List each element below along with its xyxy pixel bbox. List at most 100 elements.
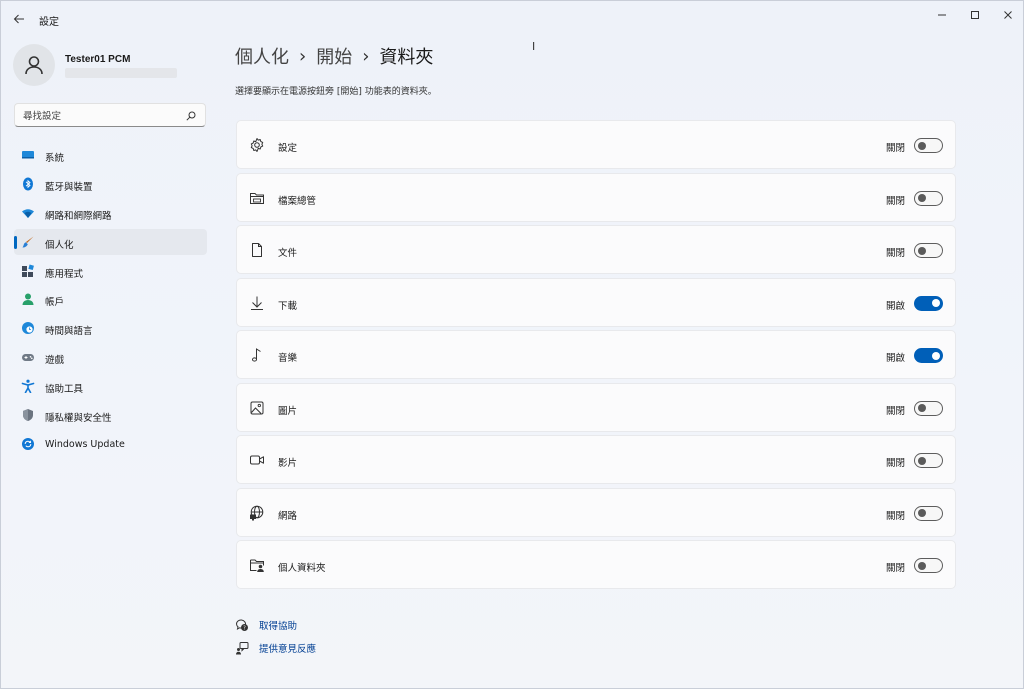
minimize-button[interactable]: [925, 1, 959, 29]
pictures-toggle[interactable]: [914, 400, 943, 416]
network-icon: [249, 505, 265, 521]
downloads-toggle[interactable]: [914, 295, 943, 311]
folder-label: 影片: [278, 458, 298, 470]
footer-links: ? 取得協助 提供意見反應: [235, 613, 316, 659]
get-help-link[interactable]: ? 取得協助: [235, 613, 316, 636]
link-label: 取得協助: [259, 620, 298, 632]
toggle-knob: [918, 456, 926, 465]
sidebar-item-apps[interactable]: 應用程式: [14, 258, 207, 284]
folder-label: 設定: [278, 143, 298, 154]
toggle-state-label: 關閉: [885, 563, 905, 575]
sidebar-item-privacy[interactable]: 隱私權與安全性: [14, 402, 207, 428]
toggle-knob: [932, 351, 940, 360]
folder-row-documents: 文件 關閉: [236, 225, 956, 275]
page-description: 選擇要顯示在電源按鈕旁 [開始] 功能表的資料夾。: [235, 87, 437, 97]
close-icon: [1004, 11, 1012, 19]
documents-toggle[interactable]: [914, 243, 943, 259]
folder-label: 音樂: [278, 353, 298, 365]
music-icon: [249, 347, 265, 363]
toggle-state-label: 關閉: [885, 510, 905, 522]
back-button[interactable]: [9, 9, 29, 29]
toggle-knob: [918, 561, 926, 570]
search-box[interactable]: [14, 103, 206, 127]
search-icon[interactable]: [185, 110, 197, 122]
feedback-icon: [235, 641, 249, 655]
user-name: Tester01 PCM: [65, 54, 131, 65]
toggle-state-label: 開啟: [885, 300, 905, 312]
breadcrumb-start[interactable]: 開始: [316, 43, 352, 69]
system-icon: [21, 148, 35, 162]
sidebar-item-bluetooth[interactable]: 藍牙與裝置: [14, 171, 207, 197]
toggle-state-label: 開啟: [885, 353, 905, 365]
toggle-knob: [918, 404, 926, 413]
sidebar-item-label: 時間與語言: [45, 326, 93, 338]
apps-icon: [21, 264, 35, 278]
link-label: 提供意見反應: [259, 643, 317, 655]
toggle-knob: [918, 194, 926, 203]
text-cursor-icon: I: [532, 40, 536, 53]
sidebar-item-accounts[interactable]: 帳戶: [14, 286, 207, 312]
avatar: [13, 44, 55, 86]
file-explorer-icon: [249, 190, 265, 206]
breadcrumb-personalization[interactable]: 個人化: [235, 43, 289, 69]
videos-toggle[interactable]: [914, 453, 943, 469]
person-icon: [25, 56, 43, 75]
settings-toggle[interactable]: [914, 138, 943, 153]
maximize-button[interactable]: [958, 1, 992, 29]
gamepad-icon: [21, 350, 35, 364]
sidebar-item-network[interactable]: 網路和網際網路: [14, 200, 207, 226]
sidebar-item-label: 系統: [45, 153, 65, 164]
minimize-icon: [938, 14, 946, 16]
user-email-redacted: [65, 68, 177, 78]
document-icon: [249, 242, 265, 258]
folder-label: 網路: [278, 510, 298, 522]
sidebar-item-label: 藍牙與裝置: [45, 181, 93, 193]
account-icon: [21, 292, 35, 306]
sidebar-item-accessibility[interactable]: 協助工具: [14, 373, 207, 399]
gear-icon: [249, 137, 265, 153]
breadcrumb: 個人化 › 開始 › 資料夾: [235, 43, 433, 69]
toggle-knob: [932, 299, 940, 308]
sidebar-item-personalization[interactable]: 個人化: [14, 228, 207, 255]
bluetooth-icon: [21, 177, 35, 191]
download-icon: [249, 295, 265, 311]
app-title: 設定: [39, 17, 59, 28]
picture-icon: [249, 400, 265, 416]
sidebar-item-label: Windows Update: [45, 438, 125, 450]
close-button[interactable]: [991, 1, 1024, 29]
toggle-knob: [918, 509, 926, 518]
toggle-state-label: 關閉: [885, 458, 905, 470]
sidebar-item-windows-update[interactable]: Windows Update: [14, 431, 207, 457]
arrow-left-icon: [13, 14, 24, 24]
folder-label: 文件: [278, 248, 298, 260]
folder-row-settings: 設定 關閉: [236, 120, 956, 169]
chevron-right-icon: ›: [362, 45, 370, 67]
sidebar-item-time-language[interactable]: 時間與語言: [14, 315, 207, 341]
network-toggle[interactable]: [914, 505, 943, 521]
sidebar-item-gaming[interactable]: 遊戲: [14, 344, 207, 370]
folder-label: 個人資料夾: [278, 563, 326, 575]
sidebar-item-label: 應用程式: [45, 268, 84, 280]
settings-window: 設定 Tester01 PCM 系統: [0, 0, 1024, 689]
folder-row-personal-folder: 個人資料夾 關閉: [236, 540, 956, 590]
accessibility-icon: [21, 379, 35, 394]
music-toggle[interactable]: [914, 348, 943, 364]
sidebar-item-system[interactable]: 系統: [14, 142, 207, 168]
sidebar-item-label: 網路和網際網路: [45, 210, 112, 222]
folder-label: 圖片: [278, 405, 298, 417]
page-title: 資料夾: [379, 47, 434, 68]
title-bar: 設定: [1, 1, 1023, 37]
folder-row-pictures: 圖片 關閉: [236, 382, 956, 432]
toggle-state-label: 關閉: [885, 248, 905, 260]
update-icon: [21, 437, 35, 451]
user-profile[interactable]: Tester01 PCM: [13, 42, 213, 90]
file-explorer-toggle[interactable]: [914, 190, 943, 206]
sidebar-item-label: 帳戶: [45, 297, 65, 309]
toggle-state-label: 關閉: [885, 143, 905, 154]
search-input[interactable]: [23, 109, 183, 123]
personal-folder-toggle[interactable]: [914, 558, 943, 574]
sidebar-item-label: 協助工具: [45, 384, 84, 396]
give-feedback-link[interactable]: 提供意見反應: [235, 636, 316, 659]
toggle-state-label: 關閉: [885, 195, 905, 207]
shield-icon: [21, 408, 35, 422]
